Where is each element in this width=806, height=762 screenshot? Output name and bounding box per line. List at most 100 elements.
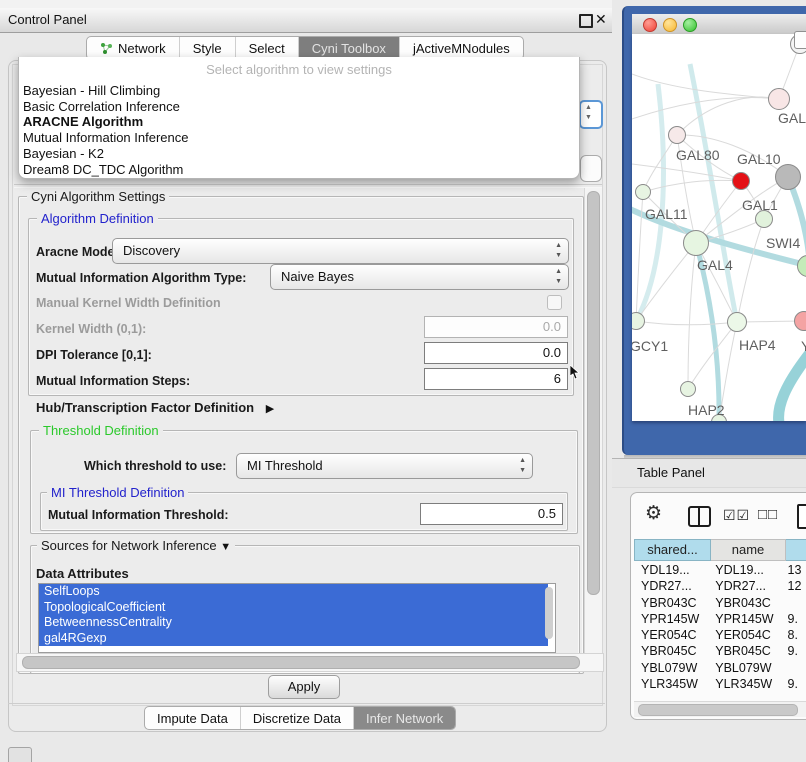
mi-algorithm-type-combobox[interactable]: Naive Bayes ▲▼ (270, 264, 569, 290)
table-row[interactable]: YBR045CYBR045C9. (634, 643, 806, 659)
close-panel-icon[interactable]: ✕ (595, 11, 607, 28)
table-cell: 12 (784, 578, 806, 594)
bottom-divider (8, 703, 605, 704)
data-attributes-label: Data Attributes (36, 566, 129, 581)
table-cell: 8. (784, 627, 806, 643)
network-node[interactable] (680, 381, 696, 397)
aracne-mode-combobox[interactable]: Discovery ▲▼ (112, 238, 569, 264)
split-columns-icon[interactable] (688, 506, 711, 527)
table-row[interactable]: YPR145WYPR145W9. (634, 611, 806, 627)
table-cell: YIL052C (709, 692, 783, 693)
gear-icon[interactable]: ⚙ (645, 502, 662, 525)
algorithm-option-bayesian-k2[interactable]: Bayesian - K2 (21, 146, 573, 162)
table-cell: YBL079W (709, 660, 783, 676)
group-title: Threshold Definition (39, 423, 163, 438)
float-panel-icon[interactable] (579, 14, 593, 28)
table-cell: YPR145W (709, 611, 783, 627)
node-label-gal80: GAL80 (676, 147, 720, 163)
table-cell: YER054C (709, 627, 783, 643)
network-node[interactable] (732, 172, 750, 190)
tab-discretize-data[interactable]: Discretize Data (240, 707, 353, 729)
algorithm-option-mutual-information-inference[interactable]: Mutual Information Inference (21, 130, 573, 146)
which-threshold-combobox[interactable]: MI Threshold ▲▼ (236, 453, 533, 479)
minimized-panel-icon[interactable] (8, 747, 32, 762)
control-panel-titlebar: Control Panel ✕ (0, 8, 612, 33)
network-window-titlebar[interactable] (632, 14, 806, 35)
select-all-checkboxes-icon[interactable]: ☑☑ (723, 507, 750, 524)
network-node[interactable] (775, 164, 801, 190)
mi-steps-label: Mutual Information Steps: (36, 374, 190, 388)
list-scrollbar-thumb[interactable] (545, 587, 553, 639)
attribute-item-betweennesscentrality[interactable]: BetweennessCentrality (39, 615, 548, 631)
canvas-corner-button[interactable] (794, 31, 806, 49)
network-node[interactable] (683, 230, 709, 256)
attribute-item-gal4rgexp[interactable]: gal4RGexp (39, 631, 548, 647)
table-row[interactable]: YBL079WYBL079W (634, 660, 806, 676)
hub-section-toggle[interactable]: Hub/Transcription Factor Definition ▶ (36, 400, 274, 415)
tab-cyni-toolbox[interactable]: Cyni Toolbox (298, 37, 399, 59)
tab-impute-data[interactable]: Impute Data (145, 707, 240, 729)
aracne-mode-label: Aracne Mode: (36, 245, 119, 259)
network-node[interactable] (635, 184, 651, 200)
tab-select[interactable]: Select (235, 37, 298, 59)
settings-vertical-scrollbar-thumb[interactable] (587, 191, 600, 595)
table-cell: YBR043C (634, 595, 709, 611)
dpi-tolerance-field[interactable]: 0.0 (424, 342, 568, 364)
attribute-item-selfloops[interactable]: SelfLoops (39, 584, 548, 600)
network-node[interactable] (668, 126, 686, 144)
network-node[interactable] (768, 88, 790, 110)
network-icon (100, 42, 113, 55)
table-row[interactable]: YER054CYER054C8. (634, 627, 806, 643)
network-node[interactable] (727, 312, 747, 332)
table-row[interactable]: YDL19...YDL19...13 (634, 562, 806, 578)
column-header-name[interactable]: name (711, 539, 786, 561)
attribute-item-topologicalcoefficient[interactable]: TopologicalCoefficient (39, 600, 548, 616)
expand-down-icon: ▼ (220, 541, 231, 553)
column-header-shared[interactable]: shared... (634, 539, 711, 561)
deselect-all-checkboxes-icon[interactable]: □□ (758, 506, 778, 523)
tab-jactivemnodules[interactable]: jActiveMNodules (399, 37, 523, 59)
app-root: Control Panel ✕ NetworkStyleSelectCyni T… (0, 0, 806, 762)
algorithm-option-basic-correlation-inference[interactable]: Basic Correlation Inference (21, 99, 573, 115)
table-cell: YIL052C (634, 692, 709, 693)
algorithm-option-aracne-algorithm[interactable]: ARACNE Algorithm (21, 114, 573, 130)
table-header-row: shared...name (634, 539, 806, 561)
table-cell: 9. (784, 676, 806, 692)
close-window-icon[interactable] (643, 18, 657, 32)
table-cell: YER054C (634, 627, 709, 643)
group-title: MI Threshold Definition (47, 485, 188, 500)
mi-steps-field[interactable]: 6 (424, 368, 568, 390)
algorithm-combobox-stepper[interactable]: ▲▼ (579, 100, 603, 129)
node-label-y: Y (801, 338, 806, 354)
table-horizontal-scrollbar[interactable] (634, 701, 806, 717)
table-row[interactable]: YLR345WYLR345W9. (634, 676, 806, 692)
network-canvas[interactable]: GALGAL80GAL10GAL11GAL1SWI4GAL4GCY1HAP4YH… (632, 34, 806, 421)
algorithm-option-dream8-dc-tdc-algorithm[interactable]: Dream8 DC_TDC Algorithm (21, 162, 573, 178)
minimize-window-icon[interactable] (663, 18, 677, 32)
maximize-window-icon[interactable] (683, 18, 697, 32)
data-attributes-list[interactable]: SelfLoopsTopologicalCoefficientBetweenne… (38, 583, 556, 653)
tab-network[interactable]: Network (87, 37, 179, 59)
table-cell: YPR145W (634, 611, 709, 627)
tab-style[interactable]: Style (179, 37, 235, 59)
algorithm-options: Bayesian - Hill ClimbingBasic Correlatio… (21, 83, 573, 177)
apply-button[interactable]: Apply (268, 675, 340, 699)
table-document-icon[interactable] (797, 504, 806, 529)
kernel-width-field[interactable]: 0.0 (424, 316, 568, 338)
table-cell: YLR345W (709, 676, 783, 692)
sources-group-toggle[interactable]: Sources for Network Inference ▼ (37, 538, 235, 553)
tab-infer-network[interactable]: Infer Network (353, 707, 455, 729)
mi-threshold-field[interactable]: 0.5 (420, 503, 563, 525)
combobox-stepper-icon: ▲▼ (555, 241, 562, 261)
manual-kernel-checkbox[interactable] (547, 295, 562, 310)
table-scrollbar-thumb[interactable] (638, 704, 798, 716)
table-row[interactable]: YIL052CYIL052C0. (634, 692, 806, 693)
table-cell (784, 595, 806, 611)
algorithm-option-bayesian-hill-climbing[interactable]: Bayesian - Hill Climbing (21, 83, 573, 99)
table-row[interactable]: YBR043CYBR043C (634, 595, 806, 611)
table-row[interactable]: YDR27...YDR27...12 (634, 578, 806, 594)
kernel-width-label: Kernel Width (0,1): (36, 322, 146, 336)
node-label-hap2: HAP2 (688, 402, 725, 418)
settings-horizontal-scrollbar-thumb[interactable] (22, 656, 580, 669)
column-header[interactable] (786, 539, 806, 561)
